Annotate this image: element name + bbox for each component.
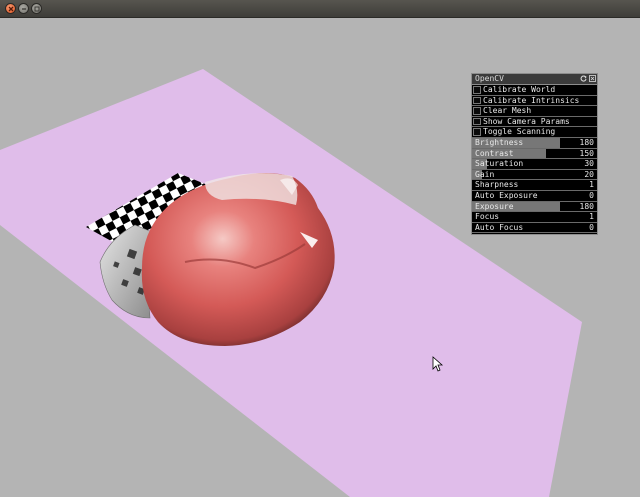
window-close-button[interactable]: [5, 3, 16, 14]
calibrate-world-button[interactable]: Calibrate World: [472, 85, 597, 96]
window-minimize-button[interactable]: [18, 3, 29, 14]
slider-saturation[interactable]: Saturation 30: [472, 159, 597, 170]
panel-close-icon[interactable]: [589, 75, 596, 82]
slider-auto-exposure[interactable]: Auto Exposure 0: [472, 191, 597, 202]
slider-sharpness[interactable]: Sharpness 1: [472, 180, 597, 191]
opencv-control-panel: OpenCV Calibrate World Calibrate Intrins…: [471, 73, 598, 235]
window-maximize-button[interactable]: [31, 3, 42, 14]
slider-exposure[interactable]: Exposure 180: [472, 201, 597, 213]
window-titlebar[interactable]: [0, 0, 640, 18]
checkbox[interactable]: [473, 86, 481, 94]
maximize-icon: [34, 6, 40, 12]
panel-title-bar[interactable]: OpenCV: [472, 74, 597, 85]
slider-contrast[interactable]: Contrast 150: [472, 148, 597, 160]
minimize-icon: [22, 8, 26, 10]
checkbox[interactable]: [473, 107, 481, 115]
toggle-scanning-button[interactable]: Toggle Scanning: [472, 127, 597, 138]
slider-gain[interactable]: Gain 20: [472, 169, 597, 181]
close-icon: [8, 6, 14, 12]
panel-title: OpenCV: [475, 74, 504, 83]
refresh-icon[interactable]: [580, 75, 587, 82]
checkbox[interactable]: [473, 117, 481, 126]
slider-auto-focus[interactable]: Auto Focus 0: [472, 223, 597, 234]
show-camera-params-button[interactable]: Show Camera Params: [472, 117, 597, 128]
calibrate-intrinsics-button[interactable]: Calibrate Intrinsics: [472, 96, 597, 107]
slider-focus[interactable]: Focus 1: [472, 212, 597, 223]
checkbox[interactable]: [473, 96, 481, 105]
checkbox[interactable]: [473, 128, 481, 136]
slider-brightness[interactable]: Brightness 180: [472, 137, 597, 149]
clear-mesh-button[interactable]: Clear Mesh: [472, 106, 597, 117]
